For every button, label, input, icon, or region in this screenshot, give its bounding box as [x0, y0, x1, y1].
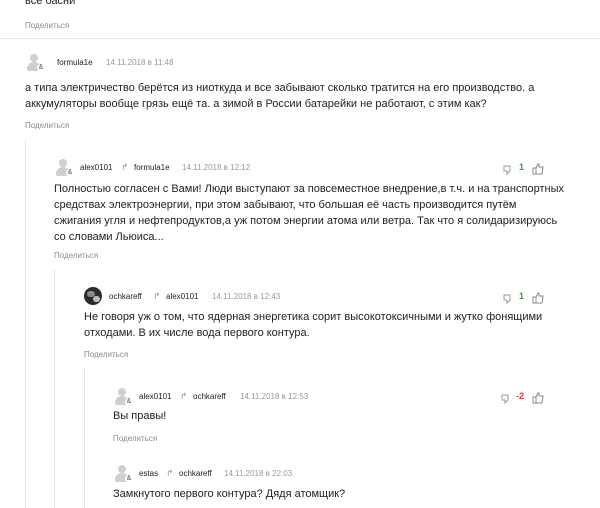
social-badge-icon: &: [125, 398, 133, 406]
vote-down-icon[interactable]: [502, 294, 512, 304]
avatar[interactable]: &: [113, 387, 133, 406]
avatar[interactable]: [84, 287, 102, 305]
comment-text-line: со словами Льюиса...: [54, 231, 164, 243]
share-link[interactable]: Поделиться: [25, 121, 69, 130]
comment-date: 14.11.2018 в 12:43: [212, 292, 281, 301]
avatar[interactable]: &: [54, 158, 74, 177]
comment-date: 14.11.2018 в 12:53: [240, 392, 309, 401]
comment-text-line: Вы правы!: [113, 410, 167, 422]
social-badge-icon: &: [37, 64, 45, 72]
vote-count: 1: [519, 291, 525, 301]
comment-text-line: Не говоря уж о том, что ядерная энергети…: [84, 311, 543, 323]
comment-text-line: аккумуляторы вообще грязь ещё та. а зимо…: [25, 98, 487, 110]
reply-arrow-icon: ↱: [153, 291, 161, 301]
comment-date: 14.11.2018 в 22:03: [224, 469, 293, 478]
reply-to-author[interactable]: formula1e: [134, 163, 170, 172]
reply-arrow-icon: ↱: [121, 162, 129, 172]
avatar[interactable]: &: [113, 464, 133, 483]
comment-author[interactable]: formula1e: [57, 58, 93, 67]
comment-author[interactable]: estas: [139, 469, 158, 478]
comment-text-line: а типа электричество берётся из ниоткуда…: [25, 82, 535, 94]
divider: [0, 38, 600, 39]
vote-down-icon[interactable]: [500, 394, 510, 404]
thread-line: [25, 140, 26, 508]
reply-to-author[interactable]: alex0101: [166, 292, 198, 301]
vote-down-icon[interactable]: [502, 165, 512, 175]
reply-arrow-icon: ↱: [180, 391, 188, 401]
reply-to-author[interactable]: ochkareff: [193, 392, 226, 401]
thumb-up-icon[interactable]: [532, 392, 544, 404]
vote-count: -2: [516, 391, 525, 401]
comment-author[interactable]: alex0101: [80, 163, 112, 172]
thread-line: [84, 368, 85, 508]
thumb-up-icon[interactable]: [532, 163, 544, 175]
comment-date: 14.11.2018 в 12:12: [182, 163, 251, 172]
social-badge-icon: &: [66, 169, 74, 177]
thread-line: [54, 270, 55, 508]
reply-to-author[interactable]: ochkareff: [179, 469, 212, 478]
comment-text-line: средствах электроэнергии, при этом забыв…: [54, 199, 517, 211]
share-link[interactable]: Поделиться: [25, 21, 69, 30]
comment-text-line: сжигания угля и нефтепродуктов,а уж пото…: [54, 215, 558, 227]
social-badge-icon: &: [125, 475, 133, 483]
comment-author[interactable]: alex0101: [139, 392, 171, 401]
avatar[interactable]: &: [25, 53, 45, 72]
share-link[interactable]: Поделиться: [113, 434, 157, 443]
share-link[interactable]: Поделиться: [84, 350, 128, 359]
share-link[interactable]: Поделиться: [54, 251, 98, 260]
top-comment-text: все басни: [25, 0, 76, 7]
thumb-up-icon[interactable]: [532, 292, 544, 304]
comment-author[interactable]: ochkareff: [109, 292, 142, 301]
reply-arrow-icon: ↱: [166, 468, 174, 478]
comment-text-line: Замкнутого первого контура? Дядя атомщик…: [113, 488, 346, 500]
comment-date: 14.11.2018 в 11:48: [106, 58, 174, 67]
comment-text-line: отходами. В их числе вода первого контур…: [84, 327, 310, 339]
comment-text-line: Полностью согласен с Вами! Люди выступаю…: [54, 183, 564, 195]
vote-count: 1: [519, 162, 525, 172]
